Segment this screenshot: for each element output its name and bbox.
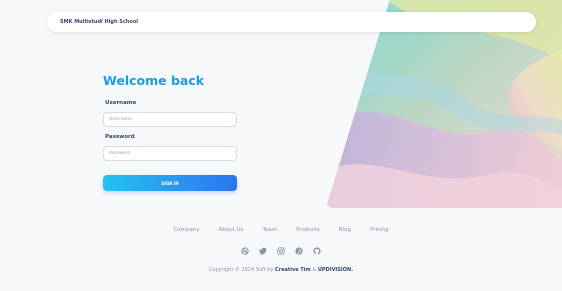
footer-link-company[interactable]: Company [173, 227, 199, 233]
copyright-text: Copyright © 2024 Soft by Creative Tim & … [0, 267, 562, 273]
footer-link-blog[interactable]: Blog [339, 227, 351, 233]
top-navbar: SMK Multistudi High School [47, 12, 536, 32]
copyright-company[interactable]: UPDIVISION. [318, 267, 353, 273]
github-icon[interactable] [313, 246, 322, 255]
password-input[interactable] [103, 146, 237, 161]
social-links [0, 246, 562, 255]
footer-link-pricing[interactable]: Pricing [370, 227, 389, 233]
sign-in-button[interactable]: SIGN IN [103, 175, 237, 191]
instagram-icon[interactable] [277, 246, 286, 255]
footer-nav: Company About Us Team Products Blog Pric… [0, 227, 562, 233]
footer-link-team[interactable]: Team [263, 227, 278, 233]
pinterest-icon[interactable] [295, 246, 304, 255]
footer-link-about-us[interactable]: About Us [219, 227, 244, 233]
twitter-icon[interactable] [259, 246, 268, 255]
username-label: Username [105, 100, 137, 106]
username-input[interactable] [103, 112, 237, 127]
copyright-author[interactable]: Creative Tim [275, 267, 311, 273]
footer-link-products[interactable]: Products [296, 227, 320, 233]
brand-name[interactable]: SMK Multistudi High School [60, 19, 138, 25]
password-label: Password [105, 134, 135, 140]
copyright-ampersand: & [312, 267, 317, 273]
welcome-title: Welcome back [103, 73, 205, 88]
copyright-prefix: Copyright © 2024 Soft by [208, 267, 274, 273]
dribbble-icon[interactable] [241, 246, 250, 255]
